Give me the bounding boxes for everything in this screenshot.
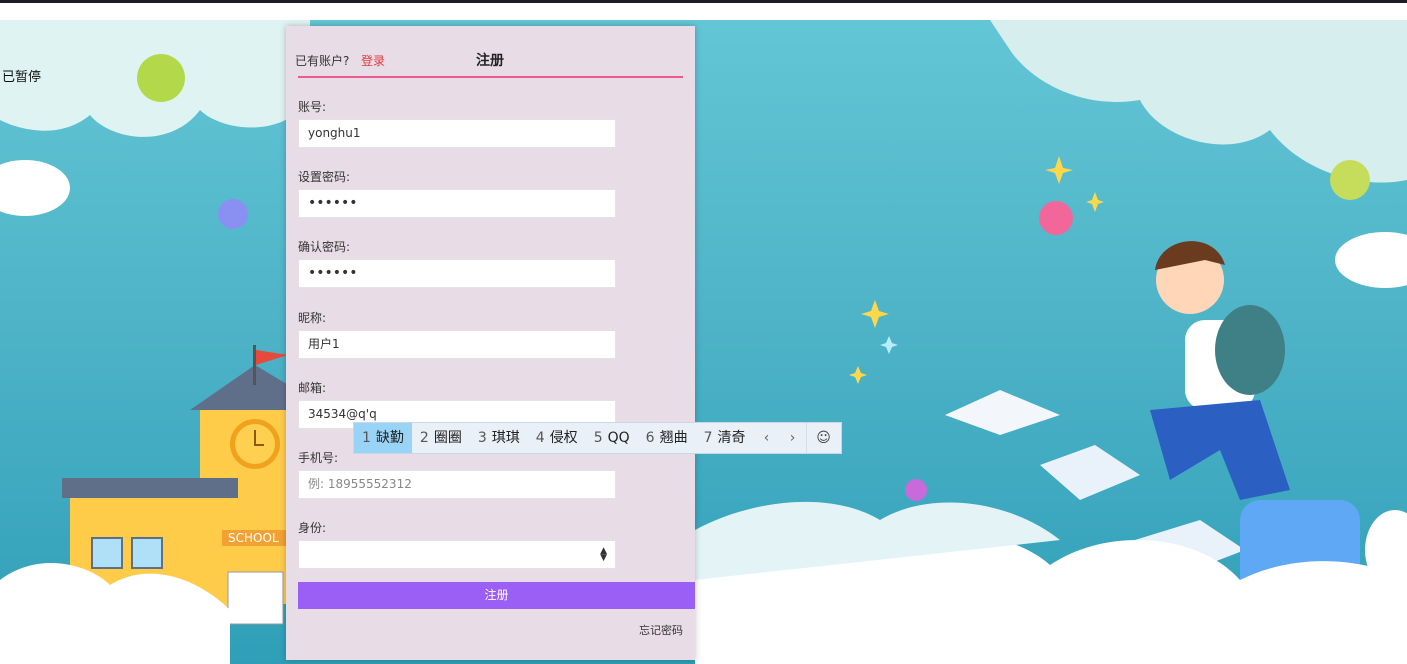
confirm-password-input[interactable]: •••••• [298, 259, 616, 288]
email-label: 邮箱: [298, 381, 327, 395]
confirm-password-label: 确认密码: [298, 240, 351, 254]
ime-candidate-bar: 1 缺勤 2 圈圈 3 琪琪 4 侵权 5 QQ 6 翘曲 7 清奇 ‹ › ☺ [353, 422, 842, 454]
select-arrows-icon: ▲ ▼ [600, 546, 607, 563]
password-label: 设置密码: [298, 170, 351, 184]
svg-text:SCHOOL: SCHOOL [228, 531, 279, 545]
ime-candidate[interactable]: 7 清奇 [696, 423, 754, 453]
password-input[interactable]: •••••• [298, 189, 616, 218]
background-art: SCHOOL [0, 20, 1407, 664]
identity-label: 身份: [298, 521, 327, 535]
csdn-watermark: CSDN @vx2_Biye_Design [1189, 636, 1391, 655]
forgot-password-link[interactable]: 忘记密码 [639, 622, 683, 638]
phone-input[interactable]: 例: 18955552312 [298, 470, 616, 499]
login-link[interactable]: 登录 [361, 52, 385, 69]
ime-candidate[interactable]: 2 圈圈 [412, 423, 470, 453]
have-account-text: 已有账户? [295, 54, 350, 68]
ime-candidate[interactable]: 6 翘曲 [638, 423, 696, 453]
identity-select[interactable]: ▲ ▼ [298, 540, 616, 569]
ime-candidate[interactable]: 3 琪琪 [470, 423, 528, 453]
ime-prev-icon[interactable]: ‹ [754, 423, 780, 453]
register-button[interactable]: 注册 [298, 582, 695, 609]
nickname-input[interactable]: 用户1 [298, 330, 616, 359]
account-input[interactable]: yonghu1 [298, 119, 616, 148]
browser-top-strip [0, 3, 1407, 20]
ime-next-icon[interactable]: › [780, 423, 806, 453]
register-title: 注册 [476, 53, 504, 69]
emoji-icon[interactable]: ☺ [805, 423, 841, 453]
nickname-label: 昵称: [298, 311, 327, 325]
paused-label: 已暂停 [2, 70, 42, 85]
account-label: 账号: [298, 100, 327, 114]
ime-candidate[interactable]: 5 QQ [586, 423, 638, 453]
ime-candidate[interactable]: 4 侵权 [528, 423, 586, 453]
ime-candidate[interactable]: 1 缺勤 [354, 423, 412, 453]
register-panel: 已有账户? 登录 注册 账号: yonghu1 设置密码: •••••• 确认密… [286, 26, 695, 660]
phone-label: 手机号: [298, 451, 339, 465]
title-underline [298, 76, 683, 78]
background-illustration: SCHOOL [0, 20, 1407, 664]
